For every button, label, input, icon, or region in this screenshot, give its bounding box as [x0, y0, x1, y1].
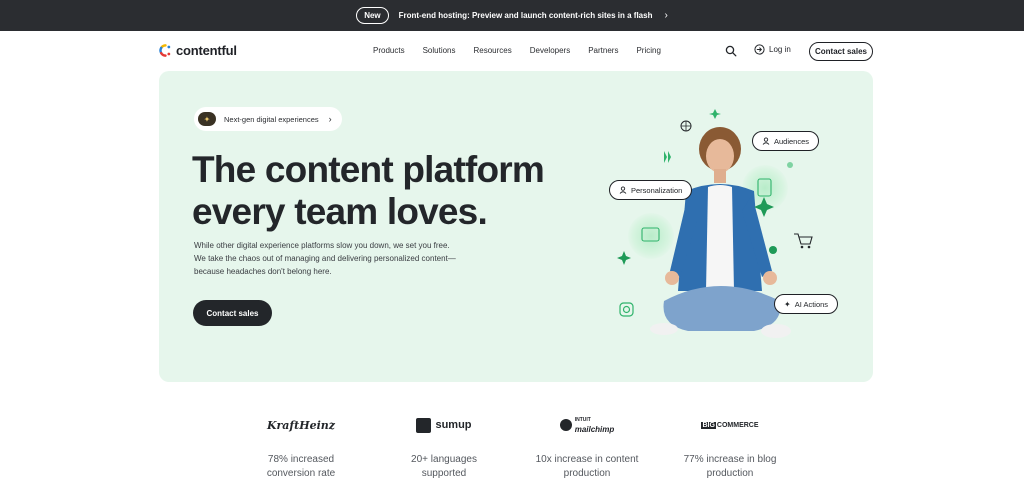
brand-sumup: sumup 20+ languages supported	[379, 410, 509, 481]
nav-pricing[interactable]: Pricing	[636, 46, 660, 55]
nav-partners[interactable]: Partners	[588, 46, 618, 55]
kraftheinz-logo: KraftHeinz	[266, 418, 336, 432]
personalization-chip: Personalization	[609, 180, 693, 200]
ai-actions-chip: ✦ AI Actions	[774, 294, 839, 314]
chevron-right-icon[interactable]: ›	[664, 10, 667, 21]
main-menu: Products Solutions Resources Developers …	[373, 46, 679, 55]
search-icon[interactable]	[725, 45, 737, 57]
announcement-text[interactable]: Front-end hosting: Preview and launch co…	[399, 11, 653, 20]
audiences-label: Audiences	[774, 136, 810, 146]
logo-wordmark: contentful	[176, 43, 237, 58]
nav-developers[interactable]: Developers	[530, 46, 570, 55]
hero-heading-line2: every team loves.	[192, 191, 488, 232]
ai-actions-label: AI Actions	[794, 299, 829, 309]
sparkle-icon: ✦	[784, 299, 791, 309]
mailchimp-logo: INTUIT mailchimp	[574, 417, 615, 434]
login-icon	[754, 44, 765, 55]
sparkle-icon: ✦	[198, 112, 216, 126]
personalization-label: Personalization	[631, 185, 683, 195]
top-nav: contentful Products Solutions Resources …	[0, 31, 1024, 71]
hero-subtext-line1: While other digital experience platforms…	[194, 241, 450, 250]
brand-kraftheinz: KraftHeinz 78% increased conversion rate	[236, 410, 366, 481]
brand-bigcommerce: BIG COMMERCE 77% increase in blog produc…	[665, 410, 795, 481]
mailchimp-logo-icon	[559, 419, 572, 431]
customer-logos: KraftHeinz 78% increased conversion rate…	[0, 410, 1024, 504]
hero-subtext: While other digital experience platforms…	[194, 239, 494, 278]
sumup-logo: sumup	[435, 419, 472, 431]
hero-heading: The content platform every team loves.	[192, 149, 612, 233]
hero-illustration: Audiences Personalization ✦ AI Actions	[604, 101, 854, 361]
person-icon	[619, 186, 627, 194]
hero-subtext-line3: because headaches don't belong here.	[194, 267, 332, 276]
brand-stat: 10x increase in content production	[535, 454, 639, 479]
nav-products[interactable]: Products	[373, 46, 405, 55]
brand-stat: 77% increase in blog production	[683, 454, 777, 479]
pill-label: Next-gen digital experiences	[224, 114, 319, 124]
hero-section: ✦ Next-gen digital experiences › The con…	[159, 71, 873, 382]
login-label: Log in	[769, 45, 791, 54]
contact-sales-nav-button[interactable]: Contact sales	[809, 42, 873, 61]
nav-resources[interactable]: Resources	[474, 46, 512, 55]
contentful-logo-mark-icon	[159, 44, 171, 57]
brand-stat: 78% increased conversion rate	[266, 454, 336, 479]
user-icon	[762, 137, 770, 145]
brand-stat: 20+ languages supported	[411, 454, 477, 479]
next-gen-pill[interactable]: ✦ Next-gen digital experiences ›	[194, 107, 342, 131]
brand-mailchimp: INTUIT mailchimp 10x increase in content…	[522, 410, 652, 481]
contentful-logo[interactable]: contentful	[159, 43, 237, 58]
new-badge: New	[356, 7, 389, 24]
chevron-right-icon: ›	[328, 114, 332, 124]
contact-sales-hero-button[interactable]: Contact sales	[193, 300, 272, 326]
hero-heading-line1: The content platform	[192, 149, 545, 190]
bigcommerce-logo-mark: BIG	[701, 421, 716, 429]
announcement-bar[interactable]: New Front-end hosting: Preview and launc…	[0, 0, 1024, 31]
sumup-logo-icon	[416, 417, 432, 433]
hero-subtext-line2: We take the chaos out of managing and de…	[194, 254, 456, 263]
audiences-chip: Audiences	[752, 131, 820, 151]
bigcommerce-logo: COMMERCE	[716, 421, 759, 429]
login-link[interactable]: Log in	[754, 44, 791, 55]
nav-solutions[interactable]: Solutions	[423, 46, 456, 55]
